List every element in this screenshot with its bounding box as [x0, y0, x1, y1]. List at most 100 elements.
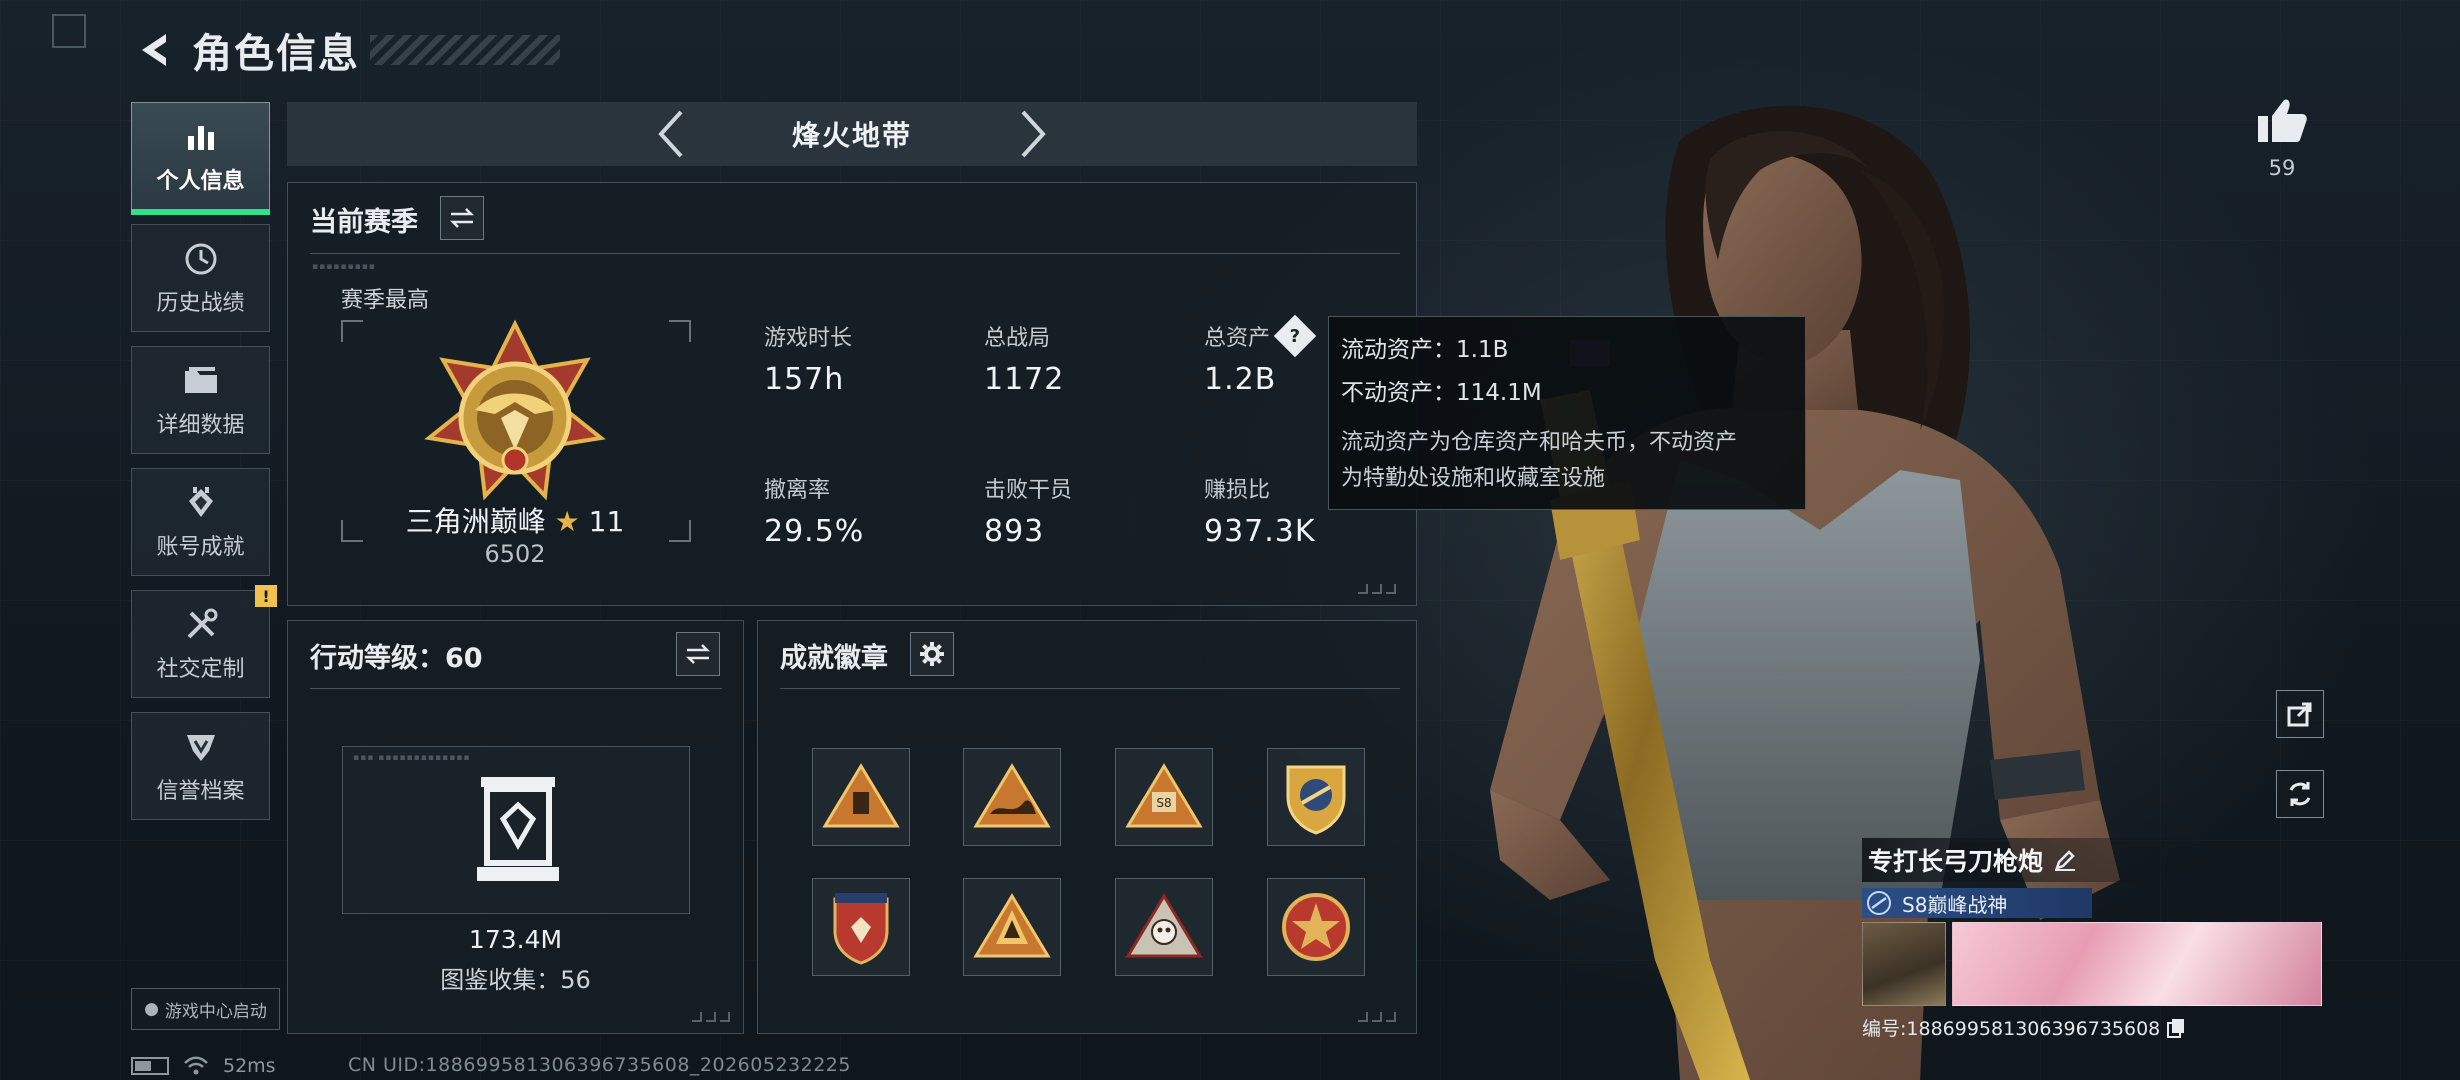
achievement-badge[interactable] [812, 878, 910, 976]
star-icon: ★ [554, 505, 580, 538]
achievement-icon [181, 483, 221, 523]
star-shield-badge-icon [833, 893, 889, 965]
achievement-badge[interactable]: S8 [1115, 748, 1213, 846]
achievement-badge[interactable] [812, 748, 910, 846]
collection-case-icon [477, 777, 559, 881]
tooltip-liquid-assets: 流动资产：1.1B [1341, 337, 1509, 363]
uid-text: 编号:18869958130639673560​8 [1862, 1018, 2161, 1040]
edit-icon[interactable] [2053, 848, 2077, 872]
achievements-settings-button[interactable] [910, 632, 954, 676]
uid-line: 编号:18869958130639673560​8 [1862, 1014, 2322, 1041]
sidebar-item-detailed-data[interactable]: 详细数据 [131, 346, 270, 454]
gear-icon [920, 642, 944, 666]
stat-label: 撤离率 [764, 478, 831, 503]
namecard-banner[interactable] [1952, 922, 2322, 1006]
sidebar-item-label: 详细数据 [156, 413, 245, 438]
refresh-icon [2289, 782, 2311, 806]
rank-score: 6502 [484, 540, 546, 568]
corner-mark [52, 14, 86, 48]
peak-triangle-badge-icon [973, 893, 1051, 958]
achievements-title: 成就徽章 [780, 643, 888, 674]
sidebar-item-credit[interactable]: 信誉档案 [131, 712, 270, 820]
collection-frame[interactable]: ▪▪▪ ▪▪▪▪▪▪▪▪▪▪▪▪▪ [342, 746, 690, 914]
stat-operators-killed: 击败干员 893 [984, 472, 1184, 549]
like-button[interactable]: 59 [2252, 96, 2312, 180]
achievement-badge[interactable] [1267, 878, 1365, 976]
uid-footer: CN UID:188699581306396735608_20260523222… [348, 1054, 851, 1076]
mode-next-button[interactable] [1009, 106, 1057, 162]
title-badge[interactable]: S8巅峰战神 [1862, 888, 2092, 918]
stat-value: 893 [984, 514, 1045, 549]
page-title: 角色信息 [192, 31, 360, 77]
stat-value: 157h [764, 362, 845, 397]
copy-icon[interactable] [2166, 1017, 2186, 1039]
action-switch-button[interactable] [676, 632, 720, 676]
achievement-badge[interactable] [963, 878, 1061, 976]
stat-label: 总资产 [1204, 326, 1271, 351]
game-center-launch-button[interactable]: ● 游戏中心启动 [131, 988, 280, 1030]
ping-value: 52ms [223, 1055, 276, 1077]
achievement-badge[interactable] [963, 748, 1061, 846]
back-button[interactable] [132, 26, 180, 74]
switch-icon [449, 208, 475, 228]
sidebar-item-label: 信誉档案 [156, 779, 245, 804]
status-bar: 52ms [131, 1054, 276, 1078]
share-button[interactable] [2276, 690, 2324, 738]
panel-corner-ticks [692, 1012, 730, 1022]
season-switch-button[interactable] [440, 196, 484, 240]
s8-triangle-badge-icon: S8 [1125, 763, 1203, 828]
mode-selector: 烽火地带 [287, 102, 1417, 166]
help-icon[interactable]: ? [1273, 314, 1317, 358]
mode-title: 烽火地带 [791, 119, 912, 152]
card-row [1862, 922, 2322, 1006]
tooltip-description: 流动资产为仓库资产和哈夫币，不动资产 为特勤处设施和收藏室设施 [1341, 430, 1738, 491]
warning-badge: ! [255, 585, 277, 607]
stat-value: 937.3K [1204, 514, 1316, 549]
title-stripes [370, 35, 560, 65]
stat-label: 游戏时长 [764, 326, 853, 351]
history-icon [181, 239, 221, 279]
battery-icon [131, 1057, 169, 1075]
folder-icon [181, 361, 221, 401]
launch-label: 游戏中心启动 [164, 1001, 267, 1022]
shield-crest-badge-icon [1286, 765, 1346, 835]
sidebar-item-label: 历史战绩 [156, 291, 245, 316]
stat-label: 总战局 [984, 326, 1051, 351]
operator-card[interactable] [1862, 922, 1946, 1006]
credit-icon [181, 727, 221, 767]
share-icon [2287, 702, 2312, 727]
sidebar-item-personal-info[interactable]: 个人信息 [131, 102, 270, 215]
rank-name-line: 三角洲巅峰 ★ 11 [300, 500, 730, 540]
sidebar-item-history[interactable]: 历史战绩 [131, 224, 270, 332]
launch-icon: ● [144, 999, 159, 1019]
like-count: 59 [2268, 156, 2296, 180]
player-name-row: 专打长弓刀枪炮 [1862, 838, 2192, 882]
refresh-button[interactable] [2276, 770, 2324, 818]
sidebar-item-label: 个人信息 [156, 169, 245, 194]
stat-total-matches: 总战局 1172 [984, 320, 1184, 397]
panel-divider [310, 253, 1400, 254]
rank-emblem-icon [424, 319, 606, 501]
assets-tooltip: 流动资产：1.1B 不动资产：114.1M 流动资产为仓库资产和哈夫币，不动资产… [1328, 316, 1806, 510]
action-level-title: 行动等级：60 [310, 643, 483, 674]
title-badge-label: S8巅峰战神 [1902, 892, 2008, 917]
supply-triangle-badge-icon [822, 763, 900, 828]
achievement-badge[interactable] [1267, 748, 1365, 846]
chevron-left-icon [658, 110, 683, 158]
header: 角色信息 [132, 22, 560, 78]
season-best-label: 赛季最高 [341, 288, 430, 313]
collection-label: 图鉴收集：56 [440, 966, 591, 994]
sidebar-item-achievements[interactable]: 账号成就 [131, 468, 270, 576]
achievement-badge[interactable] [1115, 878, 1213, 976]
wave-triangle-badge-icon [973, 763, 1051, 828]
stat-value: 1172 [984, 362, 1065, 397]
sidebar-item-social[interactable]: ! 社交定制 [131, 585, 277, 698]
player-name: 专打长弓刀枪炮 [1868, 847, 2044, 876]
mode-prev-button[interactable] [647, 106, 695, 162]
bar-chart-icon [181, 117, 221, 157]
sidebar-item-label: 社交定制 [156, 657, 245, 682]
stat-value: 29.5% [764, 514, 865, 549]
deco-text: ▪▪▪▪▪▪▪▪▪ [312, 262, 376, 272]
stat-label: 击败干员 [984, 478, 1073, 503]
star-medal-badge-icon [1282, 893, 1350, 961]
